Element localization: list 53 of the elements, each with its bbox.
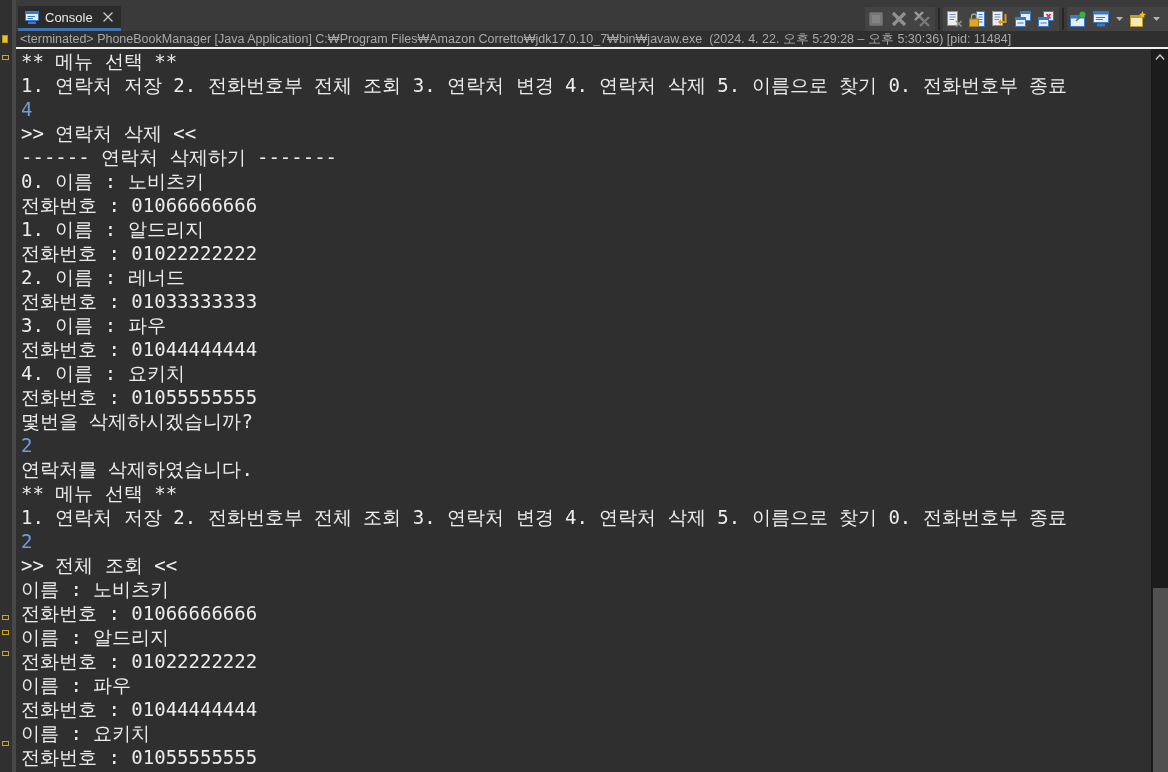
status-line: <terminated> PhoneBookManager [Java Application] C:₩Program Files₩Amazon Corretto₩jdk17.0.10_7₩bin₩javaw.exe (2024. 4. 22. 오후 5:29:28 – 오후 5:30:36) [pid: 11484] — [19, 31, 1013, 47]
lock-icon[interactable] — [969, 11, 985, 27]
output-line: 이름 : 노비츠키 — [21, 577, 171, 601]
marker-icon — [2, 651, 9, 656]
output-line: 전화번호 : 01055555555 — [21, 745, 259, 769]
scrollbar-thumb[interactable] — [1152, 588, 1168, 772]
caret-icon[interactable] — [1153, 17, 1160, 21]
scrollbar[interactable] — [1151, 49, 1168, 772]
output-line: 2. 이름 : 레너드 — [21, 265, 186, 289]
output-line: 전화번호 : 01055555555 — [21, 385, 259, 409]
output-line: 3. 이름 : 파우 — [21, 313, 167, 337]
pin-icon[interactable] — [1070, 11, 1086, 27]
console-tab[interactable]: Console — [18, 6, 121, 31]
output-line: ** 메뉴 선택 ** — [21, 481, 179, 505]
output-line: ** 메뉴 선택 ** — [21, 49, 179, 73]
input-line: 4 — [21, 97, 34, 121]
output-line: 연락처를 삭제하였습니다. — [21, 457, 254, 481]
marker-icon — [2, 630, 9, 635]
monitor-icon[interactable] — [1093, 11, 1109, 27]
document-icon[interactable] — [946, 11, 962, 27]
output-line: 이름 : 요키치 — [21, 721, 152, 745]
output-line: ------ 연락처 삭제하기 ------- — [21, 145, 339, 169]
output-line: 이름 : 파우 — [21, 673, 133, 697]
output-line: 전화번호 : 01022222222 — [21, 649, 259, 673]
output-line: 전화번호 : 01044444444 — [21, 697, 259, 721]
output-line: 1. 이름 : 알드리지 — [21, 217, 205, 241]
output-line: 0. 이름 : 노비츠키 — [21, 169, 205, 193]
output-line: 전화번호 : 01022222222 — [21, 241, 259, 265]
output-line: 전화번호 : 01066666666 — [21, 193, 259, 217]
marker-icon — [2, 615, 9, 620]
output-line: >> 연락처 삭제 << — [21, 121, 198, 145]
monitor-icon — [25, 10, 39, 24]
input-line: 2 — [21, 433, 34, 457]
close-icon[interactable] — [102, 12, 113, 22]
caret-icon[interactable] — [1116, 17, 1123, 21]
window-stack-icon[interactable] — [1015, 11, 1031, 27]
output-line: 1. 연락처 저장 2. 전화번호부 전체 조회 3. 연락처 변경 4. 연락처 삭제 5. 이름으로 찾기 0. 전화번호부 종료 — [21, 73, 1069, 97]
output-line: 이름 : 알드리지 — [21, 625, 171, 649]
output-line: 몇번을 삭제하시겠습니까? — [21, 409, 254, 433]
input-line: 2 — [21, 529, 34, 553]
output-line: 전화번호 : 01033333333 — [21, 289, 259, 313]
output-line: 4. 이름 : 요키치 — [21, 361, 186, 385]
output-line: 전화번호 : 01066666666 — [21, 601, 259, 625]
new-window-icon[interactable] — [1130, 11, 1146, 27]
window-error-icon[interactable] — [1038, 11, 1054, 27]
output-line: 전화번호 : 01044444444 — [21, 337, 259, 361]
marker-icon — [2, 741, 9, 746]
output-line: >> 전체 조회 << — [21, 553, 179, 577]
double-x-icon[interactable] — [914, 11, 930, 27]
marker-icon — [2, 55, 9, 60]
document-arrow-icon[interactable] — [992, 11, 1008, 27]
marker-icon — [2, 35, 8, 43]
output-line: 1. 연락처 저장 2. 전화번호부 전체 조회 3. 연락처 변경 4. 연락처 삭제 5. 이름으로 찾기 0. 전화번호부 종료 — [21, 505, 1069, 529]
